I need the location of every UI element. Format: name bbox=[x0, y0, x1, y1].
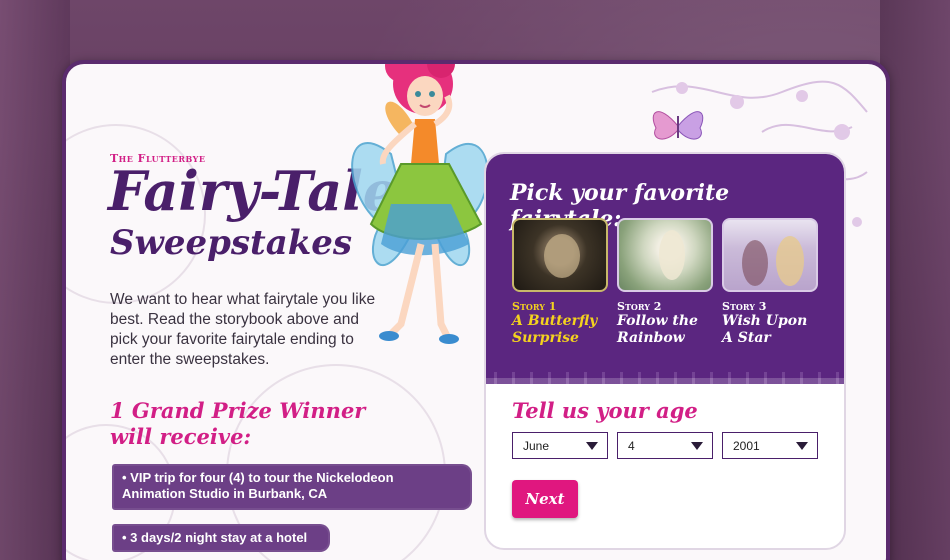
story-number: Story 2 bbox=[617, 300, 662, 313]
background-curtain-left bbox=[0, 0, 70, 560]
story-option-3[interactable]: Story 3 Wish Upon A Star bbox=[722, 218, 818, 347]
story-thumbnail[interactable] bbox=[722, 218, 818, 292]
prize-item: • 3 days/2 night stay at a hotel bbox=[112, 524, 330, 552]
fairy-illustration bbox=[351, 64, 489, 344]
intro-text: We want to hear what fairytale you like … bbox=[110, 291, 376, 368]
story-header-band: Pick your favorite fairytale: Story 1 A … bbox=[486, 154, 844, 384]
story-thumbnail[interactable] bbox=[617, 218, 713, 292]
thumbnail-figure bbox=[776, 236, 804, 286]
background-curtain-right bbox=[880, 0, 950, 560]
thumbnail-figure bbox=[659, 230, 685, 280]
caret-down-icon bbox=[796, 442, 808, 450]
story-number: Story 3 bbox=[722, 300, 767, 313]
story-number: Story 1 bbox=[512, 300, 557, 313]
story-selection-panel: Pick your favorite fairytale: Story 1 A … bbox=[484, 152, 846, 550]
year-value: 2001 bbox=[733, 439, 760, 453]
caret-down-icon bbox=[691, 442, 703, 450]
month-value: June bbox=[523, 439, 550, 453]
story-name: Wish Upon A Star bbox=[722, 313, 808, 346]
year-select[interactable]: 2001 bbox=[722, 432, 818, 459]
age-title: Tell us your age bbox=[512, 398, 698, 423]
next-button[interactable]: Next bbox=[512, 480, 578, 518]
butterfly-icon bbox=[652, 111, 704, 140]
month-select[interactable]: June bbox=[512, 432, 608, 459]
day-select[interactable]: 4 bbox=[617, 432, 713, 459]
caret-down-icon bbox=[586, 442, 598, 450]
story-name: Follow the Rainbow bbox=[617, 313, 698, 346]
thumbnail-figure bbox=[742, 240, 768, 286]
story-option-2[interactable]: Story 2 Follow the Rainbow bbox=[617, 218, 713, 347]
prize-heading: 1 Grand Prize Winner will receive: bbox=[110, 398, 366, 449]
story-name: A Butterfly Surprise bbox=[512, 313, 598, 346]
day-value: 4 bbox=[628, 439, 635, 453]
story-thumbnail[interactable] bbox=[512, 218, 608, 292]
story-option-1[interactable]: Story 1 A Butterfly Surprise bbox=[512, 218, 608, 347]
page-subtitle: Sweepstakes bbox=[110, 223, 353, 263]
prize-item: • VIP trip for four (4) to tour the Nick… bbox=[112, 464, 472, 510]
thumbnail-figure bbox=[544, 234, 580, 278]
sweepstakes-card: The Flutterbye Fairy-Tale Sweepstakes We… bbox=[62, 60, 890, 560]
